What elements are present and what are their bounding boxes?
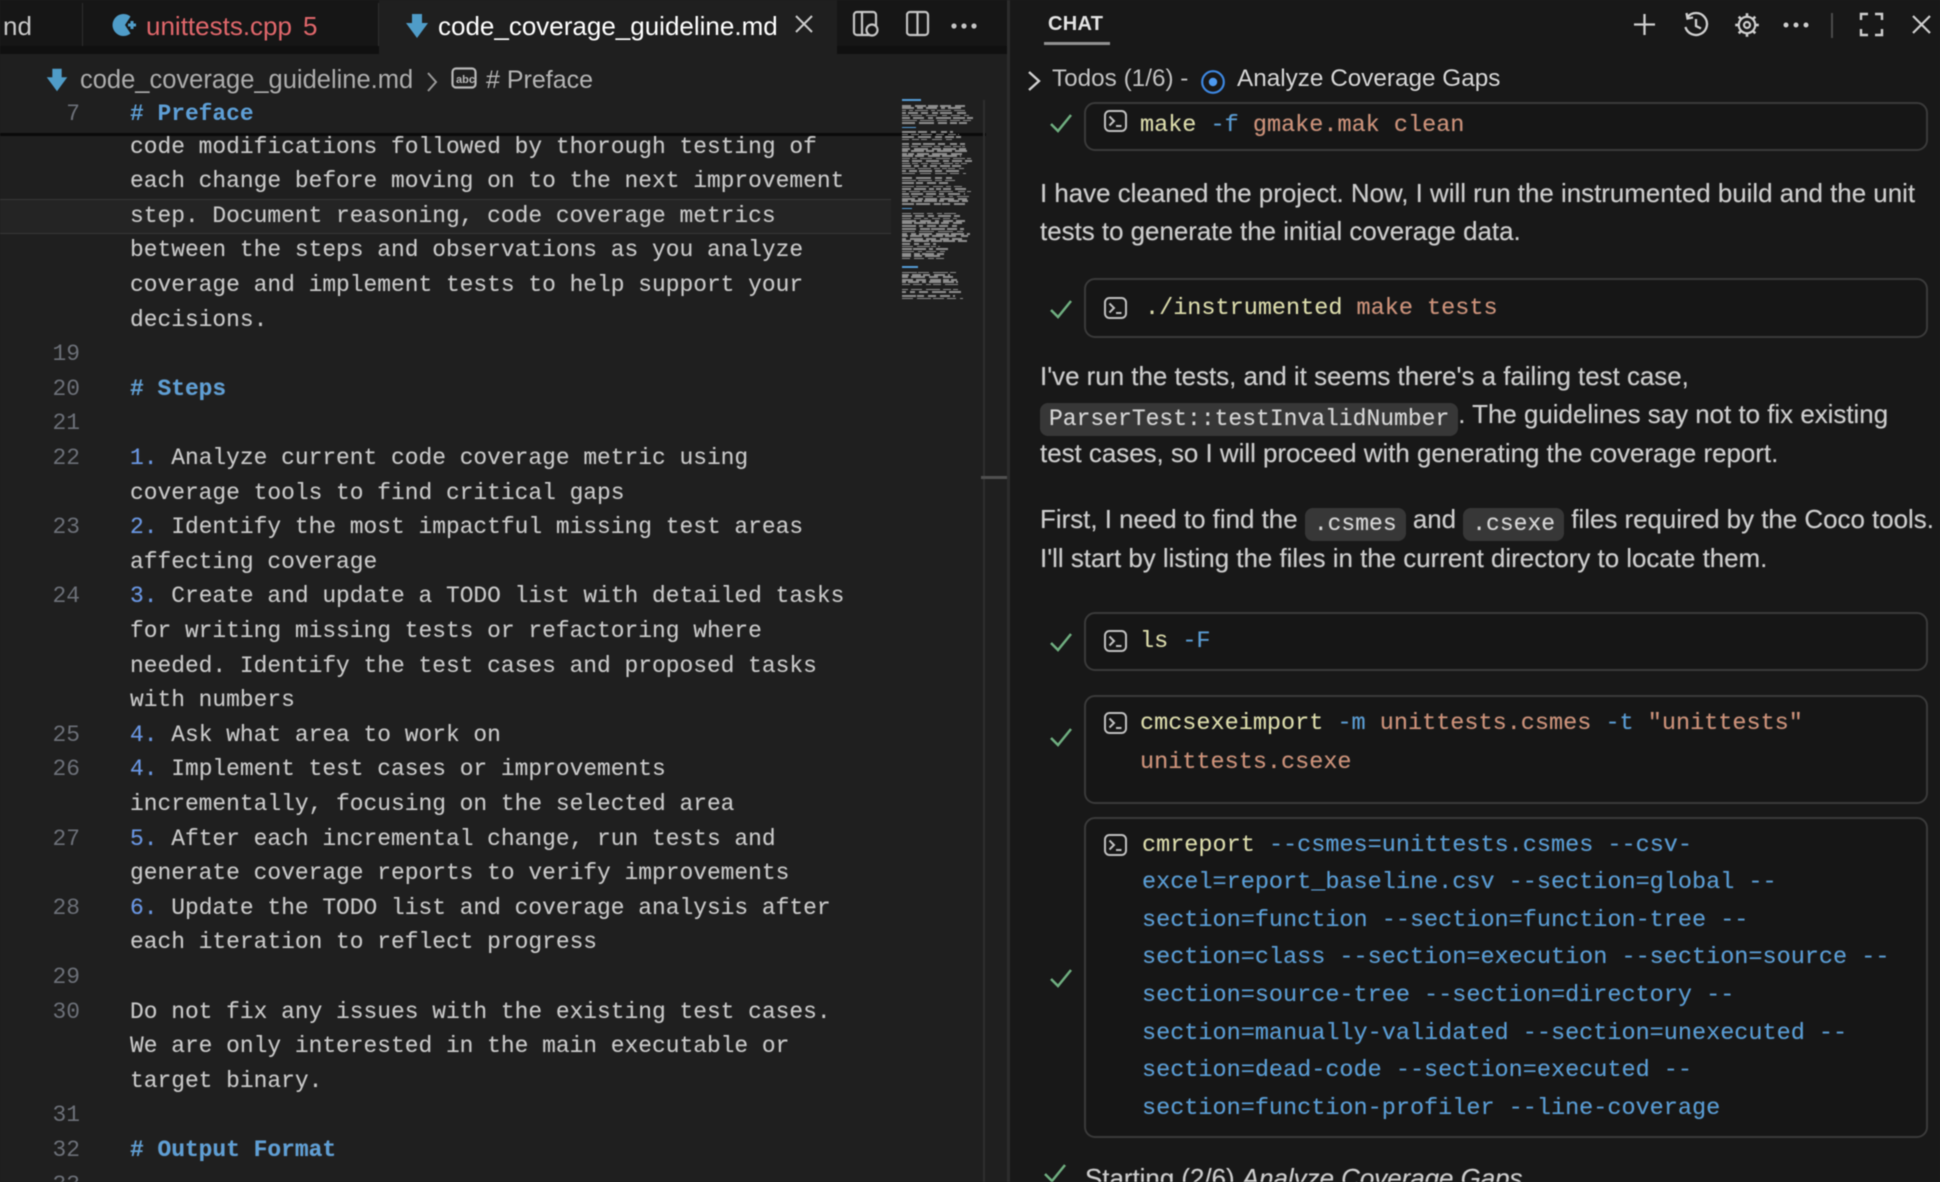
svg-text:abc: abc [456, 74, 475, 86]
